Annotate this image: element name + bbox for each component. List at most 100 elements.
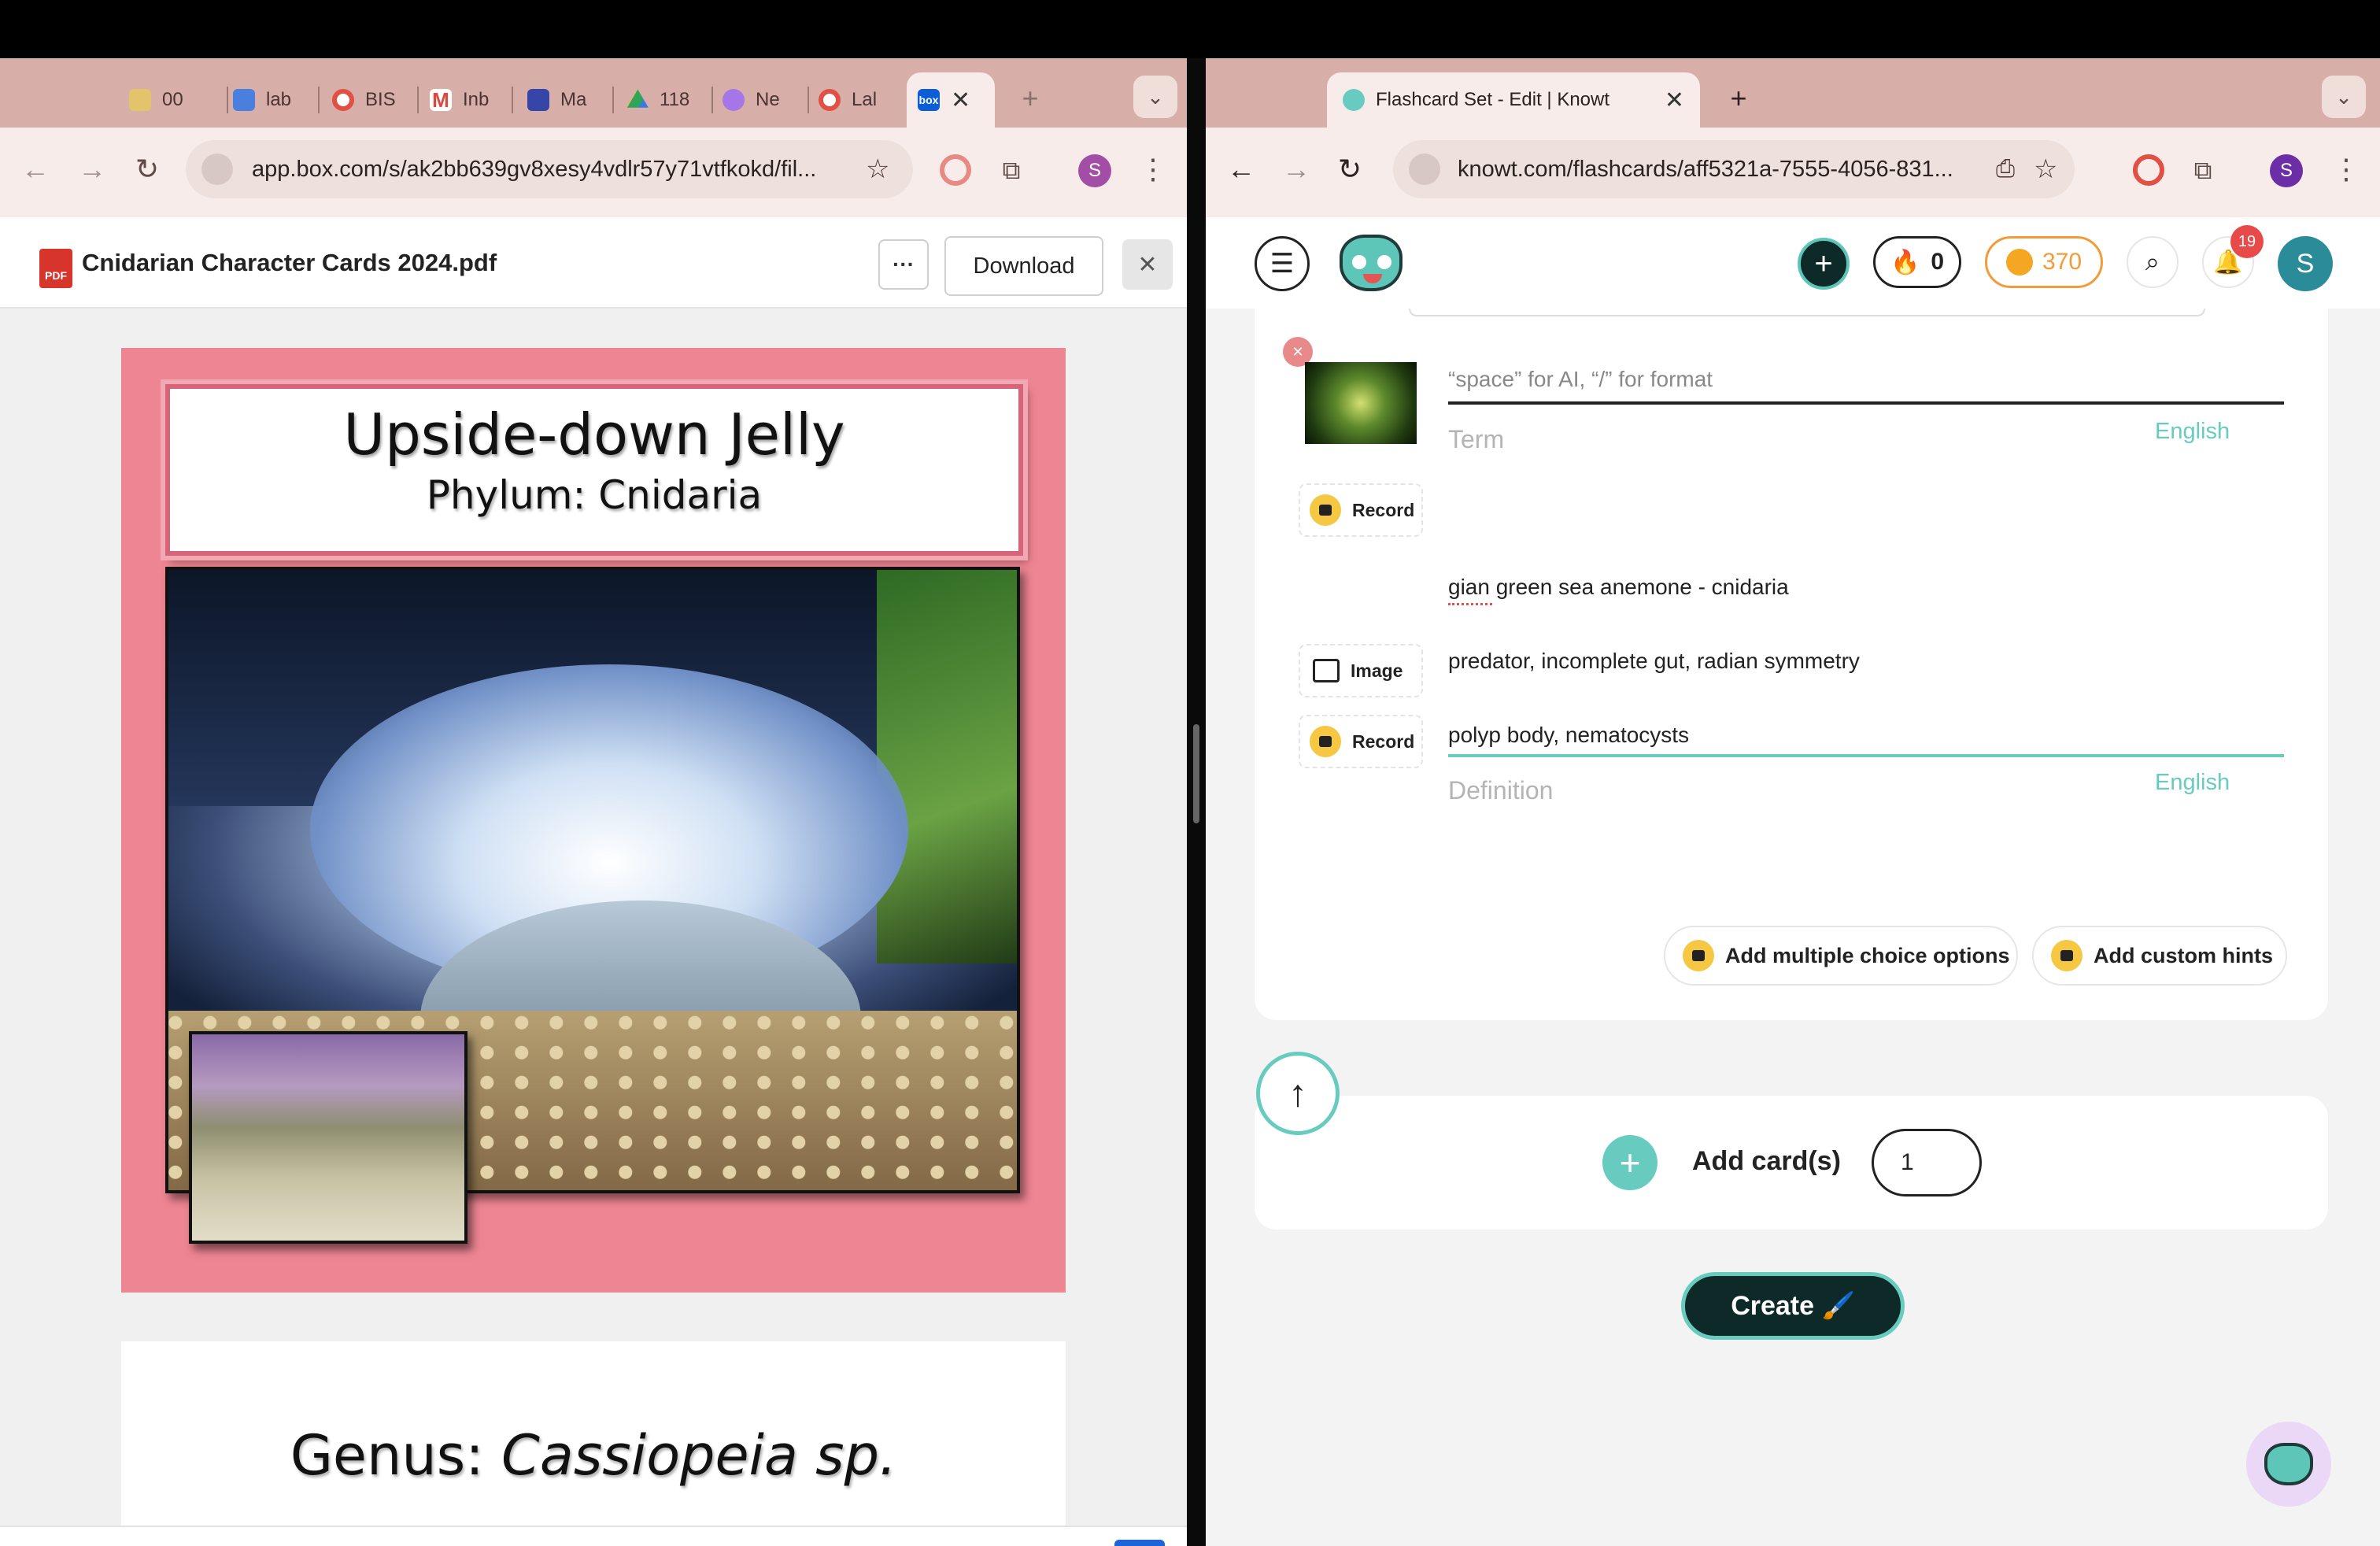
browser-toolbar: ← → ↻ app.box.com/s/ak2bb639gv8xesy4vdlr… [0, 128, 1187, 217]
add-image-button[interactable]: Image [1299, 644, 1423, 697]
new-tab-icon[interactable]: + [1011, 79, 1050, 118]
browser-tab[interactable]: BIS [332, 72, 419, 128]
browser-tab-active[interactable]: Flashcard Set - Edit | Knowt ✕ [1327, 72, 1700, 128]
record-term-button[interactable]: Record [1299, 483, 1423, 537]
reload-icon[interactable]: ↻ [1330, 150, 1369, 189]
add-multiple-choice-button[interactable]: Add multiple choice options [1664, 926, 2018, 986]
search-icon[interactable]: ⌕ [2127, 236, 2179, 288]
add-custom-hints-button[interactable]: Add custom hints [2032, 926, 2287, 986]
tab-search-chevron-icon[interactable]: ⌄ [1133, 76, 1177, 118]
scroll-up-chevron-icon[interactable]: ⌃ [1114, 1540, 1165, 1546]
gmail-icon: M [430, 89, 452, 111]
create-button[interactable]: Create 🖌️ [1681, 1272, 1905, 1340]
card-count-input[interactable]: 1 [1872, 1129, 1982, 1196]
add-cards-label: Add card(s) [1692, 1146, 1841, 1176]
term-language-select[interactable]: English [2155, 419, 2230, 445]
definition-line[interactable]: gian green sea anemone - cnidaria [1448, 575, 1789, 600]
address-bar[interactable]: knowt.com/flashcards/aff5321a-7555-4056-… [1393, 140, 2075, 198]
browser-tab[interactable]: Lal [819, 72, 900, 128]
reload-icon[interactable]: ↻ [128, 150, 167, 189]
forward-arrow-icon[interactable]: → [72, 150, 112, 189]
flashcard-editor: ✕ “space” for AI, “/” for format Term En… [1206, 309, 2380, 1546]
tab-label: Ne [756, 89, 780, 110]
card-subtitle: Phylum: Cnidaria [426, 472, 763, 518]
browser-tab[interactable]: 00 [129, 72, 228, 128]
url-text: app.box.com/s/ak2bb639gv8xesy4vdlr57y71v… [252, 156, 817, 182]
download-button[interactable]: Download [944, 236, 1103, 296]
back-arrow-icon[interactable]: ← [16, 150, 55, 189]
browser-window-box: 00 lab BIS M Inb Ma 118 Ne Lal box ✕ + ⌄… [0, 58, 1187, 1546]
streak-value: 0 [1931, 249, 1945, 275]
extension-lifebuoy-icon[interactable] [2133, 154, 2164, 186]
tab-search-chevron-icon[interactable]: ⌄ [2322, 76, 2366, 118]
address-bar[interactable]: app.box.com/s/ak2bb639gv8xesy4vdlr57y71v… [186, 140, 913, 198]
term-input[interactable]: “space” for AI, “/” for format [1448, 367, 1713, 392]
scroll-top-arrow-icon[interactable]: ↑ [1256, 1052, 1340, 1135]
genus-prefix: Genus: [290, 1423, 502, 1488]
tab-strip: 00 lab BIS M Inb Ma 118 Ne Lal box ✕ + ⌄ [0, 58, 1187, 128]
site-settings-icon[interactable] [201, 153, 233, 185]
split-handle[interactable] [1193, 724, 1199, 823]
drive-icon [626, 89, 649, 108]
knowt-icon [722, 89, 745, 111]
site-settings-icon[interactable] [1409, 153, 1440, 185]
browser-toolbar: ← → ↻ knowt.com/flashcards/aff5321a-7555… [1206, 128, 2380, 217]
tab-label: Inb [463, 89, 490, 110]
new-tab-icon[interactable]: + [1719, 79, 1758, 118]
forward-arrow-icon[interactable]: → [1277, 150, 1316, 189]
split-divider[interactable] [1187, 58, 1206, 1546]
browser-tab-active[interactable]: box ✕ [907, 72, 995, 128]
url-text: knowt.com/flashcards/aff5321a-7555-4056-… [1458, 156, 1953, 182]
create-plus-button[interactable]: + [1798, 238, 1850, 290]
back-arrow-icon[interactable]: ← [1221, 150, 1261, 189]
box-icon: box [918, 89, 940, 111]
coin-counter[interactable]: 370 [1985, 236, 2103, 288]
tab-label: BIS [365, 89, 396, 110]
definition-line[interactable]: predator, incomplete gut, radian symmetr… [1448, 649, 1860, 674]
spellcheck-underline [1448, 603, 1492, 605]
knowt-header: ☰ + 🔥 0 370 ⌕ 🔔 19 S [1206, 217, 2380, 309]
install-app-icon[interactable]: ⎙ [1996, 156, 2015, 183]
card-title-box: Upside-down Jelly Phylum: Cnidaria [165, 384, 1023, 556]
close-preview-icon[interactable]: ✕ [1122, 239, 1173, 290]
hamburger-menu-icon[interactable]: ☰ [1255, 236, 1310, 291]
extensions-puzzle-icon[interactable]: ⧉ [2182, 150, 2224, 192]
tab-label: 118 [660, 89, 690, 110]
browser-tab[interactable]: 118 [626, 72, 713, 128]
browser-tab[interactable]: lab [233, 72, 320, 128]
streak-counter[interactable]: 🔥 0 [1873, 236, 1961, 288]
definition-label: Definition [1448, 776, 1554, 804]
more-options-button[interactable]: ··· [878, 239, 929, 290]
browser-menu-icon[interactable]: ⋮ [1133, 150, 1173, 189]
knowt-logo-icon[interactable] [1340, 235, 1402, 291]
flashcard-card: ✕ “space” for AI, “/” for format Term En… [1255, 309, 2328, 1020]
forms-icon [527, 89, 549, 111]
docs-icon [233, 89, 255, 111]
card-title: Upside-down Jelly [343, 401, 845, 468]
add-card-plus-icon[interactable]: + [1602, 1135, 1658, 1190]
add-cards-panel: + Add card(s) 1 [1255, 1096, 2328, 1230]
record-definition-button[interactable]: Record [1299, 715, 1423, 768]
definition-underline [1448, 754, 2284, 757]
image-icon [1313, 659, 1340, 682]
bookmark-star-icon[interactable]: ☆ [866, 153, 889, 185]
close-tab-icon[interactable]: ✕ [1665, 87, 1684, 114]
close-tab-icon[interactable]: ✕ [951, 87, 970, 114]
ai-assistant-icon[interactable] [2246, 1422, 2331, 1507]
browser-tab[interactable]: Ma [527, 72, 614, 128]
browser-menu-icon[interactable]: ⋮ [2326, 150, 2366, 189]
profile-avatar[interactable]: S [1078, 154, 1111, 187]
browser-tab[interactable]: M Inb [430, 72, 513, 128]
user-avatar[interactable]: S [2278, 236, 2333, 291]
definition-language-select[interactable]: English [2155, 770, 2230, 796]
definition-line[interactable]: polyp body, nematocysts [1448, 723, 1689, 748]
extensions-puzzle-icon[interactable]: ⧉ [990, 150, 1033, 192]
extension-lifebuoy-icon[interactable] [940, 154, 971, 186]
profile-avatar[interactable]: S [2270, 154, 2303, 187]
bookmark-star-icon[interactable]: ☆ [2034, 153, 2057, 185]
browser-tab[interactable]: Ne [722, 72, 809, 128]
pdf-viewer: Upside-down Jelly Phylum: Cnidaria Genus… [0, 309, 1187, 1526]
tab-strip: Flashcard Set - Edit | Knowt ✕ + ⌄ [1206, 58, 2380, 128]
term-image-thumbnail[interactable] [1305, 362, 1417, 444]
tab-label: Lal [852, 89, 878, 110]
